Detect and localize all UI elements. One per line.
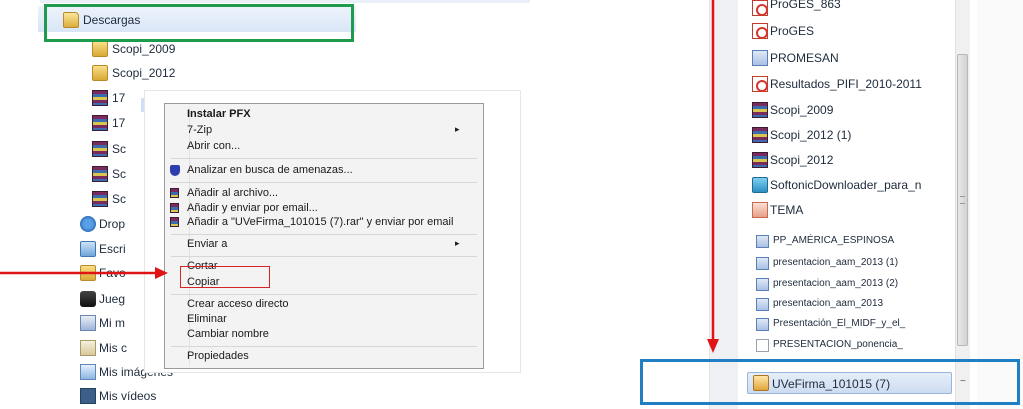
videos-folder-icon	[80, 388, 96, 404]
right-outer-strip	[977, 0, 1023, 409]
vertical-scrollbar[interactable]	[955, 0, 970, 409]
rar-archive-icon	[92, 90, 108, 106]
tree-item-scopi-2012[interactable]: Scopi_2012	[112, 66, 175, 80]
file-item[interactable]: Scopi_2012	[770, 153, 833, 167]
pdf-file-icon	[752, 76, 768, 92]
tree-item-mi-musica[interactable]: Mi m	[99, 316, 125, 330]
menu-item-abrir-con[interactable]: Abrir con...	[187, 140, 240, 152]
pdf-file-icon	[752, 23, 768, 39]
folder-icon	[92, 41, 108, 57]
file-item[interactable]: Scopi_2009	[770, 103, 833, 117]
tree-item-juegos[interactable]: Jueg	[99, 292, 125, 306]
tree-item-archive[interactable]: 17	[112, 91, 125, 105]
menu-separator	[171, 234, 477, 235]
games-icon	[80, 291, 96, 307]
music-folder-icon	[80, 315, 96, 331]
rar-icon	[170, 203, 179, 213]
menu-item-instalar-pfx[interactable]: Instalar PFX	[187, 108, 251, 120]
dropbox-icon	[80, 216, 96, 232]
rar-archive-icon	[92, 191, 108, 207]
document-file-icon	[756, 298, 769, 311]
menu-item-cambiar-nombre[interactable]: Cambiar nombre	[187, 328, 269, 340]
rar-archive-icon	[92, 166, 108, 182]
tree-item-mis-documentos[interactable]: Mis c	[99, 341, 127, 355]
tree-item-archive[interactable]: Sc	[112, 167, 126, 181]
document-file-icon	[756, 318, 769, 331]
menu-item-eliminar[interactable]: Eliminar	[187, 313, 227, 325]
menu-item-anadir-archivo[interactable]: Añadir al archivo...	[187, 187, 278, 199]
rar-archive-icon	[752, 102, 768, 118]
scrollbar-grip	[960, 196, 965, 204]
submenu-arrow-icon: ▸	[455, 124, 460, 134]
file-item[interactable]: PRESENTACION_ponencia_	[773, 339, 945, 350]
menu-item-analizar[interactable]: Analizar en busca de amenazas...	[187, 164, 353, 176]
document-file-icon	[756, 278, 769, 291]
file-item[interactable]: presentacion_aam_2013 (1)	[773, 257, 898, 268]
menu-separator	[171, 158, 477, 159]
pictures-folder-icon	[80, 364, 96, 380]
annotation-red-box-copiar	[180, 266, 270, 288]
tree-item-archive[interactable]: Sc	[112, 142, 126, 156]
menu-separator	[171, 346, 477, 347]
file-item[interactable]: TEMA	[770, 203, 803, 217]
file-item[interactable]: SoftonicDownloader_para_n	[770, 178, 950, 192]
file-item[interactable]: presentacion_aam_2013	[773, 298, 883, 309]
menu-item-anadir-rar-enviar-email[interactable]: Añadir a "UVeFirma_101015 (7).rar" y env…	[187, 216, 453, 228]
rar-icon	[170, 188, 179, 198]
tree-item-dropbox[interactable]: Drop	[99, 217, 125, 231]
presentation-file-icon	[752, 202, 768, 218]
menu-separator	[171, 256, 477, 257]
rar-icon	[170, 217, 179, 227]
folder-icon	[92, 65, 108, 81]
tree-item-archive[interactable]: Sc	[112, 192, 126, 206]
tree-item-scopi-2009[interactable]: Scopi_2009	[112, 42, 175, 56]
submenu-arrow-icon: ▸	[455, 238, 460, 248]
file-item[interactable]: ProGES	[770, 24, 814, 38]
documents-folder-icon	[80, 340, 96, 356]
tree-item-archive[interactable]: 17	[112, 116, 125, 130]
menu-item-7zip[interactable]: 7-Zip	[187, 124, 212, 136]
rar-archive-icon	[752, 127, 768, 143]
rar-archive-icon	[752, 152, 768, 168]
file-item[interactable]: Scopi_2012 (1)	[770, 128, 851, 142]
desktop-folder-icon	[80, 241, 96, 257]
document-file-icon	[756, 235, 769, 248]
document-file-icon	[756, 257, 769, 270]
pdf-file-icon	[752, 0, 768, 16]
rar-archive-icon	[92, 141, 108, 157]
annotation-blue-box	[640, 359, 1020, 405]
file-item[interactable]: PROMESAN	[770, 51, 839, 65]
file-item[interactable]: presentacion_aam_2013 (2)	[773, 278, 898, 289]
tree-item-escritorio[interactable]: Escri	[99, 242, 126, 256]
file-item[interactable]: ProGES_863	[770, 0, 841, 11]
context-menu: Instalar PFX 7-Zip ▸ Abrir con... Analiz…	[145, 91, 520, 372]
menu-item-enviar-a[interactable]: Enviar a	[187, 238, 227, 250]
annotation-green-box	[44, 4, 354, 42]
tree-item-mis-videos[interactable]: Mis vídeos	[99, 389, 156, 403]
installer-file-icon	[752, 177, 768, 193]
document-file-icon	[752, 50, 768, 66]
context-menu-panel: Instalar PFX 7-Zip ▸ Abrir con... Analiz…	[164, 103, 484, 369]
file-item[interactable]: Resultados_PIFI_2010-2011	[770, 77, 922, 91]
shield-icon	[170, 165, 180, 176]
blank-file-icon	[756, 339, 769, 352]
file-item[interactable]: PP_AMÉRICA_ESPINOSA	[773, 235, 894, 246]
menu-item-propiedades[interactable]: Propiedades	[187, 350, 249, 362]
tree-top-sliver	[40, 0, 530, 3]
menu-item-crear-acceso-directo[interactable]: Crear acceso directo	[187, 298, 289, 310]
menu-item-anadir-enviar-email[interactable]: Añadir y enviar por email...	[187, 202, 318, 214]
rar-archive-icon	[92, 115, 108, 131]
menu-separator	[171, 182, 477, 183]
annotation-arrow-down	[707, 0, 719, 353]
annotation-arrow-left	[0, 267, 168, 279]
file-item[interactable]: Presentación_El_MIDF_y_el_	[773, 318, 945, 329]
menu-separator	[171, 294, 477, 295]
